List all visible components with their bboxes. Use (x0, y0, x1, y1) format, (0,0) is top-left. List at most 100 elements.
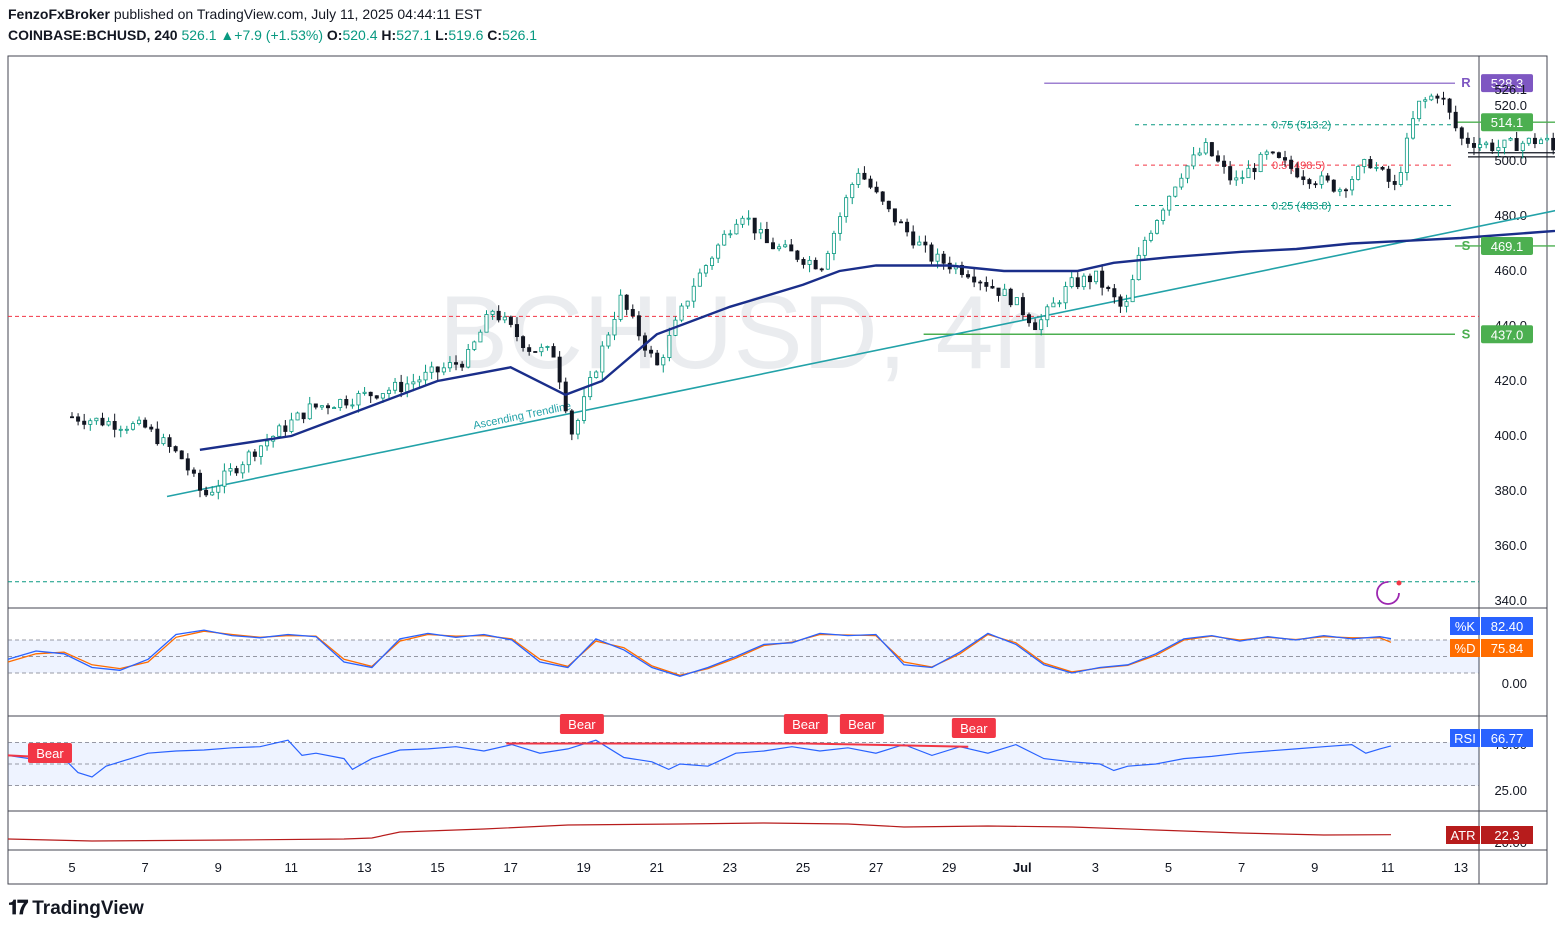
stoch-k-name: %K (1455, 619, 1476, 634)
candle-body (1502, 139, 1507, 148)
candle-body (106, 421, 111, 426)
candle-body (1319, 175, 1324, 185)
candle-body (1118, 296, 1123, 307)
y-tick-label: 360.0 (1494, 538, 1527, 553)
atr-value: 22.3 (1494, 828, 1519, 843)
chart-canvas[interactable]: BCHUSD, 4h340.0360.0380.0400.0420.0440.0… (0, 0, 1555, 931)
candle-body (1520, 142, 1525, 151)
y-tick-label: 420.0 (1494, 373, 1527, 388)
tradingview-footer: 𝟏𝟕 TradingView (8, 897, 144, 920)
candle-body (923, 241, 928, 246)
x-tick-label: 5 (1165, 860, 1172, 875)
candle-body (1234, 177, 1239, 181)
candle-body (411, 381, 416, 385)
candle-body (886, 200, 891, 210)
candle-body (466, 349, 471, 368)
candle-body (1087, 275, 1092, 283)
candle-body (996, 287, 1001, 296)
bear-label: Bear (960, 721, 988, 736)
candle-body (1173, 186, 1178, 197)
candle-body (1222, 160, 1227, 167)
candle-body (911, 231, 916, 246)
bear-label: Bear (568, 717, 596, 732)
candle-body (667, 334, 672, 358)
candle-body (838, 216, 843, 234)
candle-body (1112, 288, 1117, 298)
x-tick-label: 11 (285, 860, 299, 875)
candle-body (1136, 254, 1141, 281)
candle-body (198, 472, 203, 491)
candle-body (1508, 138, 1513, 141)
price-tag-label: 514.1 (1491, 115, 1524, 130)
candle-body (1441, 97, 1446, 100)
y-tick-label: 480.0 (1494, 208, 1527, 223)
candle-body (118, 428, 123, 431)
candle-body (728, 233, 733, 236)
candle-body (191, 469, 196, 474)
candle-body (1252, 167, 1257, 173)
candle-body (508, 316, 513, 325)
candle-body (1331, 179, 1336, 192)
candle-body (1350, 178, 1355, 191)
candle-body (435, 366, 440, 373)
candle-body (697, 272, 702, 287)
x-tick-label: 9 (215, 860, 222, 875)
candle-body (582, 396, 587, 421)
candle-body (1283, 157, 1288, 161)
candle-body (1478, 144, 1483, 148)
candle-body (777, 246, 782, 250)
candle-body (1453, 111, 1458, 129)
candle-body (898, 221, 903, 224)
candle-body (1027, 314, 1032, 324)
fib-level-label: 0.75 (513.2) (1272, 120, 1331, 132)
candle-body (362, 391, 367, 394)
level-marker-r: R (1461, 75, 1471, 90)
candle-body (1246, 167, 1251, 179)
candle-body (386, 389, 391, 394)
candle-body (1471, 143, 1476, 148)
candle-body (149, 426, 154, 430)
candle-body (496, 310, 501, 321)
candle-body (1161, 209, 1166, 221)
candle-body (1130, 279, 1135, 303)
candle-body (789, 244, 794, 252)
candle-body (319, 405, 324, 408)
level-marker-s: S (1462, 326, 1471, 341)
candle-body (277, 425, 282, 437)
candle-body (1325, 175, 1330, 181)
y-tick-label: 400.0 (1494, 428, 1527, 443)
candle-body (447, 362, 452, 369)
candle-body (880, 191, 885, 202)
candle-body (624, 294, 629, 310)
candle-body (1459, 127, 1464, 139)
candle-body (130, 423, 135, 430)
candle-body (1411, 118, 1416, 139)
candle-body (1240, 177, 1245, 180)
candle-body (533, 351, 538, 353)
candle-body (746, 217, 751, 220)
candle-body (1039, 319, 1044, 331)
candle-body (1155, 220, 1160, 234)
candle-body (460, 363, 465, 368)
candle-body (82, 420, 87, 425)
x-tick-label: 29 (942, 860, 956, 875)
candle-body (1142, 239, 1147, 256)
candle-body (301, 412, 306, 420)
candle-body (76, 416, 81, 422)
candle-body (441, 367, 446, 373)
tradingview-logo-icon: 𝟏𝟕 (8, 897, 28, 919)
candle-body (228, 468, 233, 472)
stoch-d-value: 75.84 (1491, 641, 1524, 656)
candle-body (417, 379, 422, 383)
atr-name: ATR (1450, 828, 1475, 843)
candle-body (1380, 166, 1385, 170)
candle-body (70, 416, 75, 419)
candle-body (929, 244, 934, 262)
candle-body (1343, 189, 1348, 192)
candle-body (326, 405, 331, 409)
candle-body (1185, 165, 1190, 179)
candle-body (313, 403, 318, 408)
candle-body (1392, 181, 1397, 185)
candle-body (1539, 139, 1544, 145)
candle-body (545, 346, 550, 348)
